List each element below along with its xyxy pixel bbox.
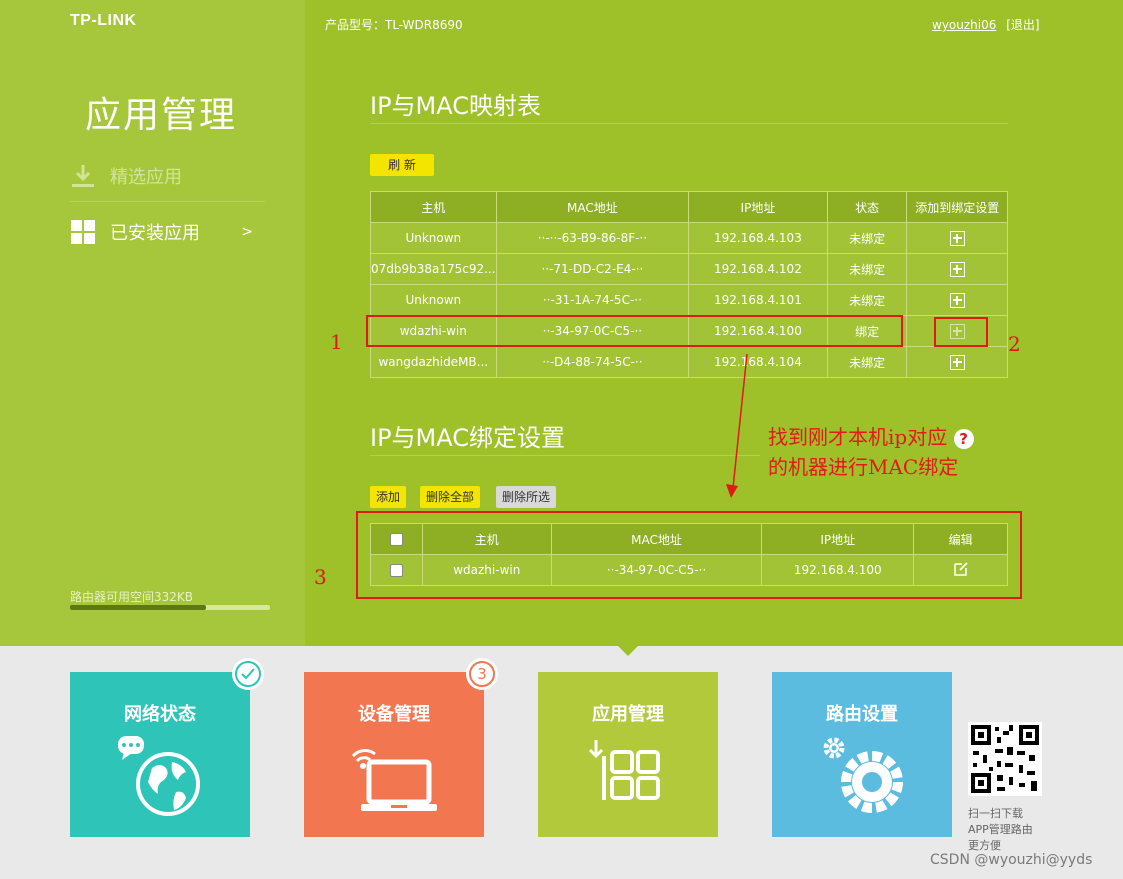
binding-section-title: IP与MAC绑定设置 — [370, 424, 566, 452]
device-count: 3 — [469, 661, 495, 687]
annotation-number-2: 2 — [1008, 332, 1021, 356]
chevron-right-icon: > — [241, 224, 253, 240]
status-cell: 未绑定 — [826, 284, 908, 316]
mac-cell: ··-71-DD-C2-E4-·· — [495, 253, 690, 285]
sidebar-item-label: 已安装应用 — [110, 223, 200, 244]
qr-caption-line: APP管理路由 — [968, 823, 1033, 836]
section-divider — [370, 455, 760, 456]
logout-link[interactable]: [退出] — [1006, 18, 1039, 32]
table-header-row: 主机 MAC地址 IP地址 状态 添加到绑定设置 — [370, 191, 1008, 223]
mac-cell: ··-D4-88-74-5C-·· — [495, 346, 690, 378]
sidebar: TP-LINK 应用管理 精选应用 已安装应用 > 路由器可用空间332KB — [0, 0, 305, 646]
host-cell: Unknown — [370, 284, 497, 316]
sidebar-title: 应用管理 — [85, 95, 238, 136]
column-header: IP地址 — [688, 191, 828, 223]
tplink-logo: TP-LINK — [70, 12, 137, 29]
apps-grid-icon — [538, 734, 718, 824]
sidebar-item-installed-apps[interactable]: 已安装应用 > — [70, 204, 265, 260]
ip-cell: 192.168.4.101 — [688, 284, 828, 316]
add-binding-cell — [906, 222, 1008, 254]
user-info: wyouzhi06 [退出] — [932, 16, 1040, 33]
section-divider — [370, 123, 1008, 124]
add-binding-cell — [906, 284, 1008, 316]
table-row: Unknown ··-31-1A-74-5C-·· 192.168.4.101 … — [370, 284, 1008, 316]
annotation-number-3: 3 — [314, 565, 327, 589]
host-cell: Unknown — [370, 222, 497, 254]
delete-selected-button[interactable]: 删除所选 — [496, 486, 557, 508]
ip-cell: 192.168.4.102 — [688, 253, 828, 285]
annotation-note: 找到刚才本机ip对应 ? 的机器进行MAC绑定 — [768, 422, 974, 482]
note-line-1: 找到刚才本机ip对应 — [768, 425, 948, 449]
gear-icon — [772, 734, 952, 824]
qr-code — [968, 722, 1042, 796]
check-icon — [235, 661, 261, 687]
refresh-button[interactable]: 刷 新 — [370, 154, 434, 176]
qr-caption-line: 扫一扫下载 — [968, 807, 1023, 820]
mapping-section-title: IP与MAC映射表 — [370, 92, 542, 120]
tile-router-settings[interactable]: 路由设置 — [772, 672, 952, 837]
storage-label: 路由器可用空间332KB — [70, 590, 194, 604]
delete-all-button[interactable]: 删除全部 — [420, 486, 481, 508]
highlight-box-binding — [356, 511, 1022, 599]
status-cell: 未绑定 — [826, 253, 908, 285]
table-row: 07db9b38a175c92... ··-71-DD-C2-E4-·· 192… — [370, 253, 1008, 285]
tile-label: 应用管理 — [592, 704, 664, 725]
sidebar-item-featured-apps[interactable]: 精选应用 — [70, 148, 265, 204]
host-cell: 07db9b38a175c92... — [370, 253, 497, 285]
storage-bar — [70, 605, 270, 610]
tile-label: 设备管理 — [358, 704, 430, 725]
column-header: 状态 — [826, 191, 908, 223]
column-header: 添加到绑定设置 — [906, 191, 1008, 223]
column-header: MAC地址 — [495, 191, 690, 223]
column-header: 主机 — [370, 191, 497, 223]
sidebar-item-label: 精选应用 — [110, 167, 182, 188]
tile-label: 网络状态 — [124, 704, 196, 725]
mac-cell: ··-··-63-B9-86-8F-·· — [495, 222, 690, 254]
add-binding-icon[interactable] — [949, 261, 965, 277]
tile-network-status[interactable]: 网络状态 — [70, 672, 250, 837]
laptop-wifi-icon — [304, 734, 484, 824]
watermark: CSDN @wyouzhi@yyds — [930, 852, 1093, 868]
add-button[interactable]: 添加 — [370, 486, 407, 508]
download-icon — [70, 163, 96, 189]
grid-icon — [70, 219, 96, 245]
tile-label: 路由设置 — [826, 704, 898, 725]
annotation-number-1: 1 — [330, 330, 343, 354]
tile-device-management[interactable]: 设备管理 — [304, 672, 484, 837]
add-binding-icon[interactable] — [949, 230, 965, 246]
highlight-box-row — [366, 315, 903, 347]
status-cell: 未绑定 — [826, 222, 908, 254]
globe-icon — [70, 734, 250, 824]
device-count-badge: 3 — [466, 658, 498, 690]
table-row: Unknown ··-··-63-B9-86-8F-·· 192.168.4.1… — [370, 222, 1008, 254]
host-cell: wangdazhideMB... — [370, 346, 497, 378]
mac-cell: ··-31-1A-74-5C-·· — [495, 284, 690, 316]
status-cell: 未绑定 — [826, 346, 908, 378]
highlight-box-add — [934, 317, 988, 347]
tile-app-management[interactable]: 应用管理 — [538, 672, 718, 837]
username-link[interactable]: wyouzhi06 — [932, 18, 996, 32]
status-badge-check — [232, 658, 264, 690]
add-binding-cell — [906, 346, 1008, 378]
add-binding-icon[interactable] — [949, 354, 965, 370]
product-model: 产品型号：TL-WDR8690 — [325, 18, 463, 32]
help-icon[interactable]: ? — [953, 428, 974, 449]
storage-bar-fill — [70, 605, 206, 610]
annotation-arrow — [726, 353, 748, 498]
add-binding-cell — [906, 253, 1008, 285]
ip-cell: 192.168.4.103 — [688, 222, 828, 254]
qr-caption: 扫一扫下载 APP管理路由 更方便 — [968, 806, 1033, 854]
section-pointer — [618, 646, 638, 656]
note-line-2: 的机器进行MAC绑定 — [768, 455, 959, 479]
sidebar-divider — [70, 201, 265, 202]
mapping-table: 主机 MAC地址 IP地址 状态 添加到绑定设置 Unknown ··-··-6… — [370, 191, 1008, 378]
table-row: wangdazhideMB... ··-D4-88-74-5C-·· 192.1… — [370, 346, 1008, 378]
add-binding-icon[interactable] — [949, 292, 965, 308]
